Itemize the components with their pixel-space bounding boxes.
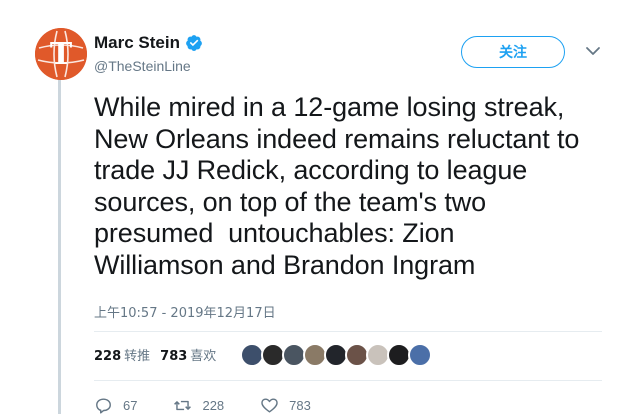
retweets-count: 228 bbox=[94, 349, 122, 364]
verified-badge-icon bbox=[186, 35, 202, 51]
retweet-count: 228 bbox=[202, 398, 225, 413]
nyt-logo-icon: T bbox=[35, 28, 87, 80]
author-name[interactable]: Marc Stein bbox=[94, 33, 180, 53]
divider bbox=[94, 331, 602, 332]
tweet-line: trade JJ Redick, according to league bbox=[94, 155, 528, 185]
thread-line bbox=[58, 80, 61, 414]
tweet-text: While mired in a 12-game losing streak, … bbox=[94, 92, 624, 281]
retweets-stat[interactable]: 228 转推 bbox=[94, 345, 150, 364]
reply-icon bbox=[96, 398, 111, 414]
tweet-line: While mired in a 12-game losing streak, bbox=[94, 92, 565, 122]
tweet-card: T Marc Stein @TheSteinLine 关注 While mire… bbox=[0, 0, 640, 414]
likes-label: 喜欢 bbox=[190, 349, 217, 364]
svg-text:T: T bbox=[50, 37, 73, 72]
heart-icon bbox=[261, 398, 278, 413]
tweet-timestamp[interactable]: 上午10:57 - 2019年12月17日 bbox=[94, 302, 276, 321]
tweet-line: Williamson and Brandon Ingram bbox=[94, 249, 476, 280]
like-count: 783 bbox=[289, 398, 311, 413]
liker-avatar[interactable] bbox=[408, 343, 432, 367]
tweet-line: New Orleans indeed remains reluctant to bbox=[94, 123, 580, 154]
avatar[interactable]: T bbox=[35, 28, 87, 80]
divider bbox=[94, 380, 602, 381]
engagement-stats: 228 转推 783 喜欢 bbox=[94, 345, 216, 364]
follow-button[interactable]: 关注 bbox=[461, 36, 565, 68]
retweet-action[interactable]: 228 bbox=[173, 396, 224, 414]
author-name-row[interactable]: Marc Stein bbox=[94, 33, 203, 53]
likes-count: 783 bbox=[160, 349, 188, 364]
tweet-line: sources, on top of the team's two bbox=[94, 186, 487, 217]
like-action[interactable]: 783 bbox=[260, 396, 311, 414]
likes-stat[interactable]: 783 喜欢 bbox=[160, 345, 216, 364]
retweet-icon bbox=[174, 400, 192, 411]
chevron-down-icon[interactable] bbox=[585, 45, 601, 57]
tweet-line: presumed untouchables: Zion bbox=[94, 218, 455, 248]
reply-count: 67 bbox=[123, 398, 138, 413]
author-handle[interactable]: @TheSteinLine bbox=[94, 58, 191, 74]
action-bar: 67 228 783 bbox=[94, 396, 347, 414]
retweets-label: 转推 bbox=[124, 349, 151, 364]
liker-avatars bbox=[240, 343, 432, 367]
reply-action[interactable]: 67 bbox=[94, 396, 137, 414]
